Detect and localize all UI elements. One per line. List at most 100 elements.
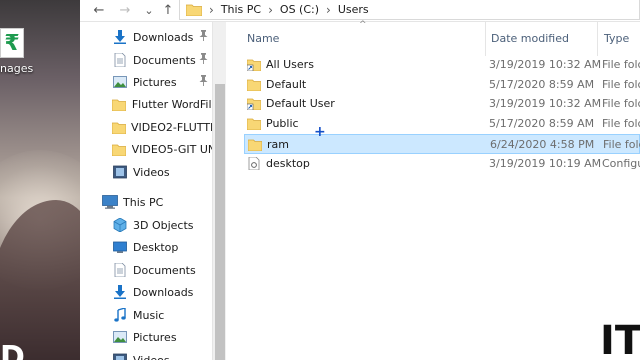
nav-item-quick-access[interactable]: Downloads bbox=[80, 26, 212, 48]
folder-icon bbox=[246, 78, 262, 92]
breadcrumb-users[interactable]: Users bbox=[338, 3, 369, 16]
nav-item-label: This PC bbox=[123, 195, 164, 209]
file-name: desktop bbox=[266, 157, 310, 170]
pin-icon bbox=[199, 30, 208, 44]
up-button[interactable]: ↑ bbox=[158, 0, 178, 20]
file-date-modified: 3/19/2019 10:19 AM bbox=[489, 157, 602, 170]
file-date-modified: 5/17/2020 8:59 AM bbox=[489, 78, 595, 91]
up-arrow-icon: ↑ bbox=[162, 2, 174, 18]
column-header-name[interactable]: Name bbox=[247, 30, 279, 48]
sort-caret-icon: ^ bbox=[359, 20, 367, 30]
nav-item-quick-access[interactable]: Flutter WordFile bbox=[80, 93, 212, 115]
file-type: File folc bbox=[602, 58, 640, 71]
nav-item-this-pc-child[interactable]: 3D Objects bbox=[80, 214, 212, 236]
back-button[interactable]: ← bbox=[89, 0, 109, 20]
breadcrumb-separator: › bbox=[209, 2, 214, 17]
column-divider[interactable] bbox=[485, 22, 486, 56]
videos-icon bbox=[112, 164, 128, 180]
nav-item-label: Flutter WordFile bbox=[131, 97, 212, 111]
pin-icon bbox=[199, 75, 208, 89]
nav-item-this-pc[interactable]: This PC bbox=[80, 191, 212, 213]
folder-icon bbox=[186, 4, 202, 16]
nav-item-quick-access[interactable]: VIDEO5-GIT UNI bbox=[80, 138, 212, 160]
nav-item-quick-access[interactable]: Videos bbox=[80, 161, 212, 183]
nav-item-label: Pictures bbox=[133, 330, 177, 344]
file-date-modified: 6/24/2020 4:58 PM bbox=[490, 138, 595, 151]
download-arrow-icon bbox=[112, 29, 128, 45]
folder-icon bbox=[247, 138, 263, 152]
file-row[interactable]: Default User 3/19/2019 10:32 AM File folc bbox=[244, 94, 640, 114]
file-list-pane: ^ Name Date modified Type All Users 3/19/… bbox=[227, 20, 640, 360]
file-type: File folc bbox=[602, 78, 640, 91]
nav-item-this-pc-child[interactable]: Desktop bbox=[80, 236, 212, 258]
file-row[interactable]: Default 5/17/2020 8:59 AM File folc bbox=[244, 75, 640, 95]
breadcrumb-separator[interactable]: › bbox=[326, 3, 331, 17]
nav-item-label: Pictures bbox=[133, 75, 177, 89]
column-header-row: ^ Name Date modified Type bbox=[227, 20, 640, 56]
address-bar-row: ← → ⌄ ↑ › This PC › OS (C:) › Users bbox=[80, 0, 640, 22]
nav-item-this-pc-child[interactable]: Documents bbox=[80, 259, 212, 281]
videos-icon bbox=[112, 352, 128, 360]
download-arrow-icon bbox=[112, 284, 128, 300]
nav-item-label: Downloads bbox=[133, 285, 194, 299]
desktop-icon bbox=[112, 239, 128, 255]
breadcrumb-this-pc[interactable]: This PC bbox=[221, 3, 261, 16]
file-type: Configu bbox=[602, 157, 640, 170]
scrollbar-thumb[interactable] bbox=[215, 84, 225, 360]
pin-icon bbox=[199, 53, 208, 67]
file-row[interactable]: ram 6/24/2020 4:58 PM File folc bbox=[244, 134, 640, 154]
nav-item-this-pc-child[interactable]: Music bbox=[80, 304, 212, 326]
nav-item-label: VIDEO5-GIT UNI bbox=[131, 142, 212, 156]
desktop-bottom-text: D bbox=[0, 340, 25, 360]
nav-item-label: VIDEO2-FLUTTEF bbox=[131, 120, 212, 134]
file-name: Public bbox=[266, 117, 299, 130]
this-pc-icon bbox=[102, 194, 118, 210]
column-header-date-modified[interactable]: Date modified bbox=[491, 30, 569, 48]
desktop-shortcut-icon[interactable]: ₹ bbox=[0, 28, 24, 58]
nav-item-label: Music bbox=[133, 308, 165, 322]
forward-button[interactable]: → bbox=[115, 0, 135, 20]
nav-item-this-pc-child[interactable]: Pictures bbox=[80, 326, 212, 348]
drag-plus-icon: + bbox=[314, 124, 326, 140]
breadcrumb-separator[interactable]: › bbox=[268, 3, 273, 17]
nav-item-quick-access[interactable]: Documents bbox=[80, 49, 212, 71]
file-row[interactable]: Public 5/17/2020 8:59 AM File folc bbox=[244, 114, 640, 134]
navigation-scrollbar[interactable] bbox=[212, 22, 226, 360]
nav-item-label: Videos bbox=[133, 165, 170, 179]
folder-shortcut-icon bbox=[246, 97, 262, 111]
nav-item-label: Documents bbox=[133, 263, 196, 277]
file-date-modified: 3/19/2019 10:32 AM bbox=[489, 97, 602, 110]
music-icon bbox=[112, 307, 128, 323]
file-type: File folc bbox=[602, 117, 640, 130]
config-file-icon bbox=[247, 156, 261, 171]
folder-icon bbox=[246, 117, 262, 131]
pictures-icon bbox=[112, 329, 128, 345]
desktop-background: ₹ nages D bbox=[0, 0, 80, 360]
file-name: Default bbox=[266, 78, 307, 91]
file-row[interactable]: desktop 3/19/2019 10:19 AMConfigu bbox=[244, 154, 640, 174]
recent-locations-button[interactable]: ⌄ bbox=[139, 0, 159, 20]
back-arrow-icon: ← bbox=[93, 2, 105, 18]
forward-arrow-icon: → bbox=[119, 2, 131, 18]
nav-item-this-pc-child[interactable]: Videos bbox=[80, 349, 212, 360]
rupee-icon: ₹ bbox=[4, 30, 20, 56]
file-name: ram bbox=[267, 138, 289, 151]
nav-item-label: Videos bbox=[133, 353, 170, 360]
nav-item-label: Documents bbox=[133, 53, 196, 67]
file-row[interactable]: All Users 3/19/2019 10:32 AM File folc bbox=[244, 55, 640, 75]
folder-icon bbox=[112, 141, 127, 157]
column-divider[interactable] bbox=[597, 22, 598, 56]
column-header-type[interactable]: Type bbox=[604, 30, 629, 48]
file-type: File folc bbox=[602, 97, 640, 110]
address-box[interactable]: › This PC › OS (C:) › Users bbox=[179, 0, 640, 20]
file-date-modified: 5/17/2020 8:59 AM bbox=[489, 117, 595, 130]
nav-item-this-pc-child[interactable]: Downloads bbox=[80, 281, 212, 303]
nav-item-quick-access[interactable]: Pictures bbox=[80, 71, 212, 93]
folder-icon bbox=[112, 96, 127, 112]
file-name: Default User bbox=[266, 97, 335, 110]
pictures-icon bbox=[112, 74, 128, 90]
folder-icon bbox=[112, 119, 127, 135]
nav-item-quick-access[interactable]: VIDEO2-FLUTTEF bbox=[80, 116, 212, 138]
desktop-shortcut-label[interactable]: nages bbox=[0, 62, 33, 75]
breadcrumb-os-c[interactable]: OS (C:) bbox=[280, 3, 319, 16]
